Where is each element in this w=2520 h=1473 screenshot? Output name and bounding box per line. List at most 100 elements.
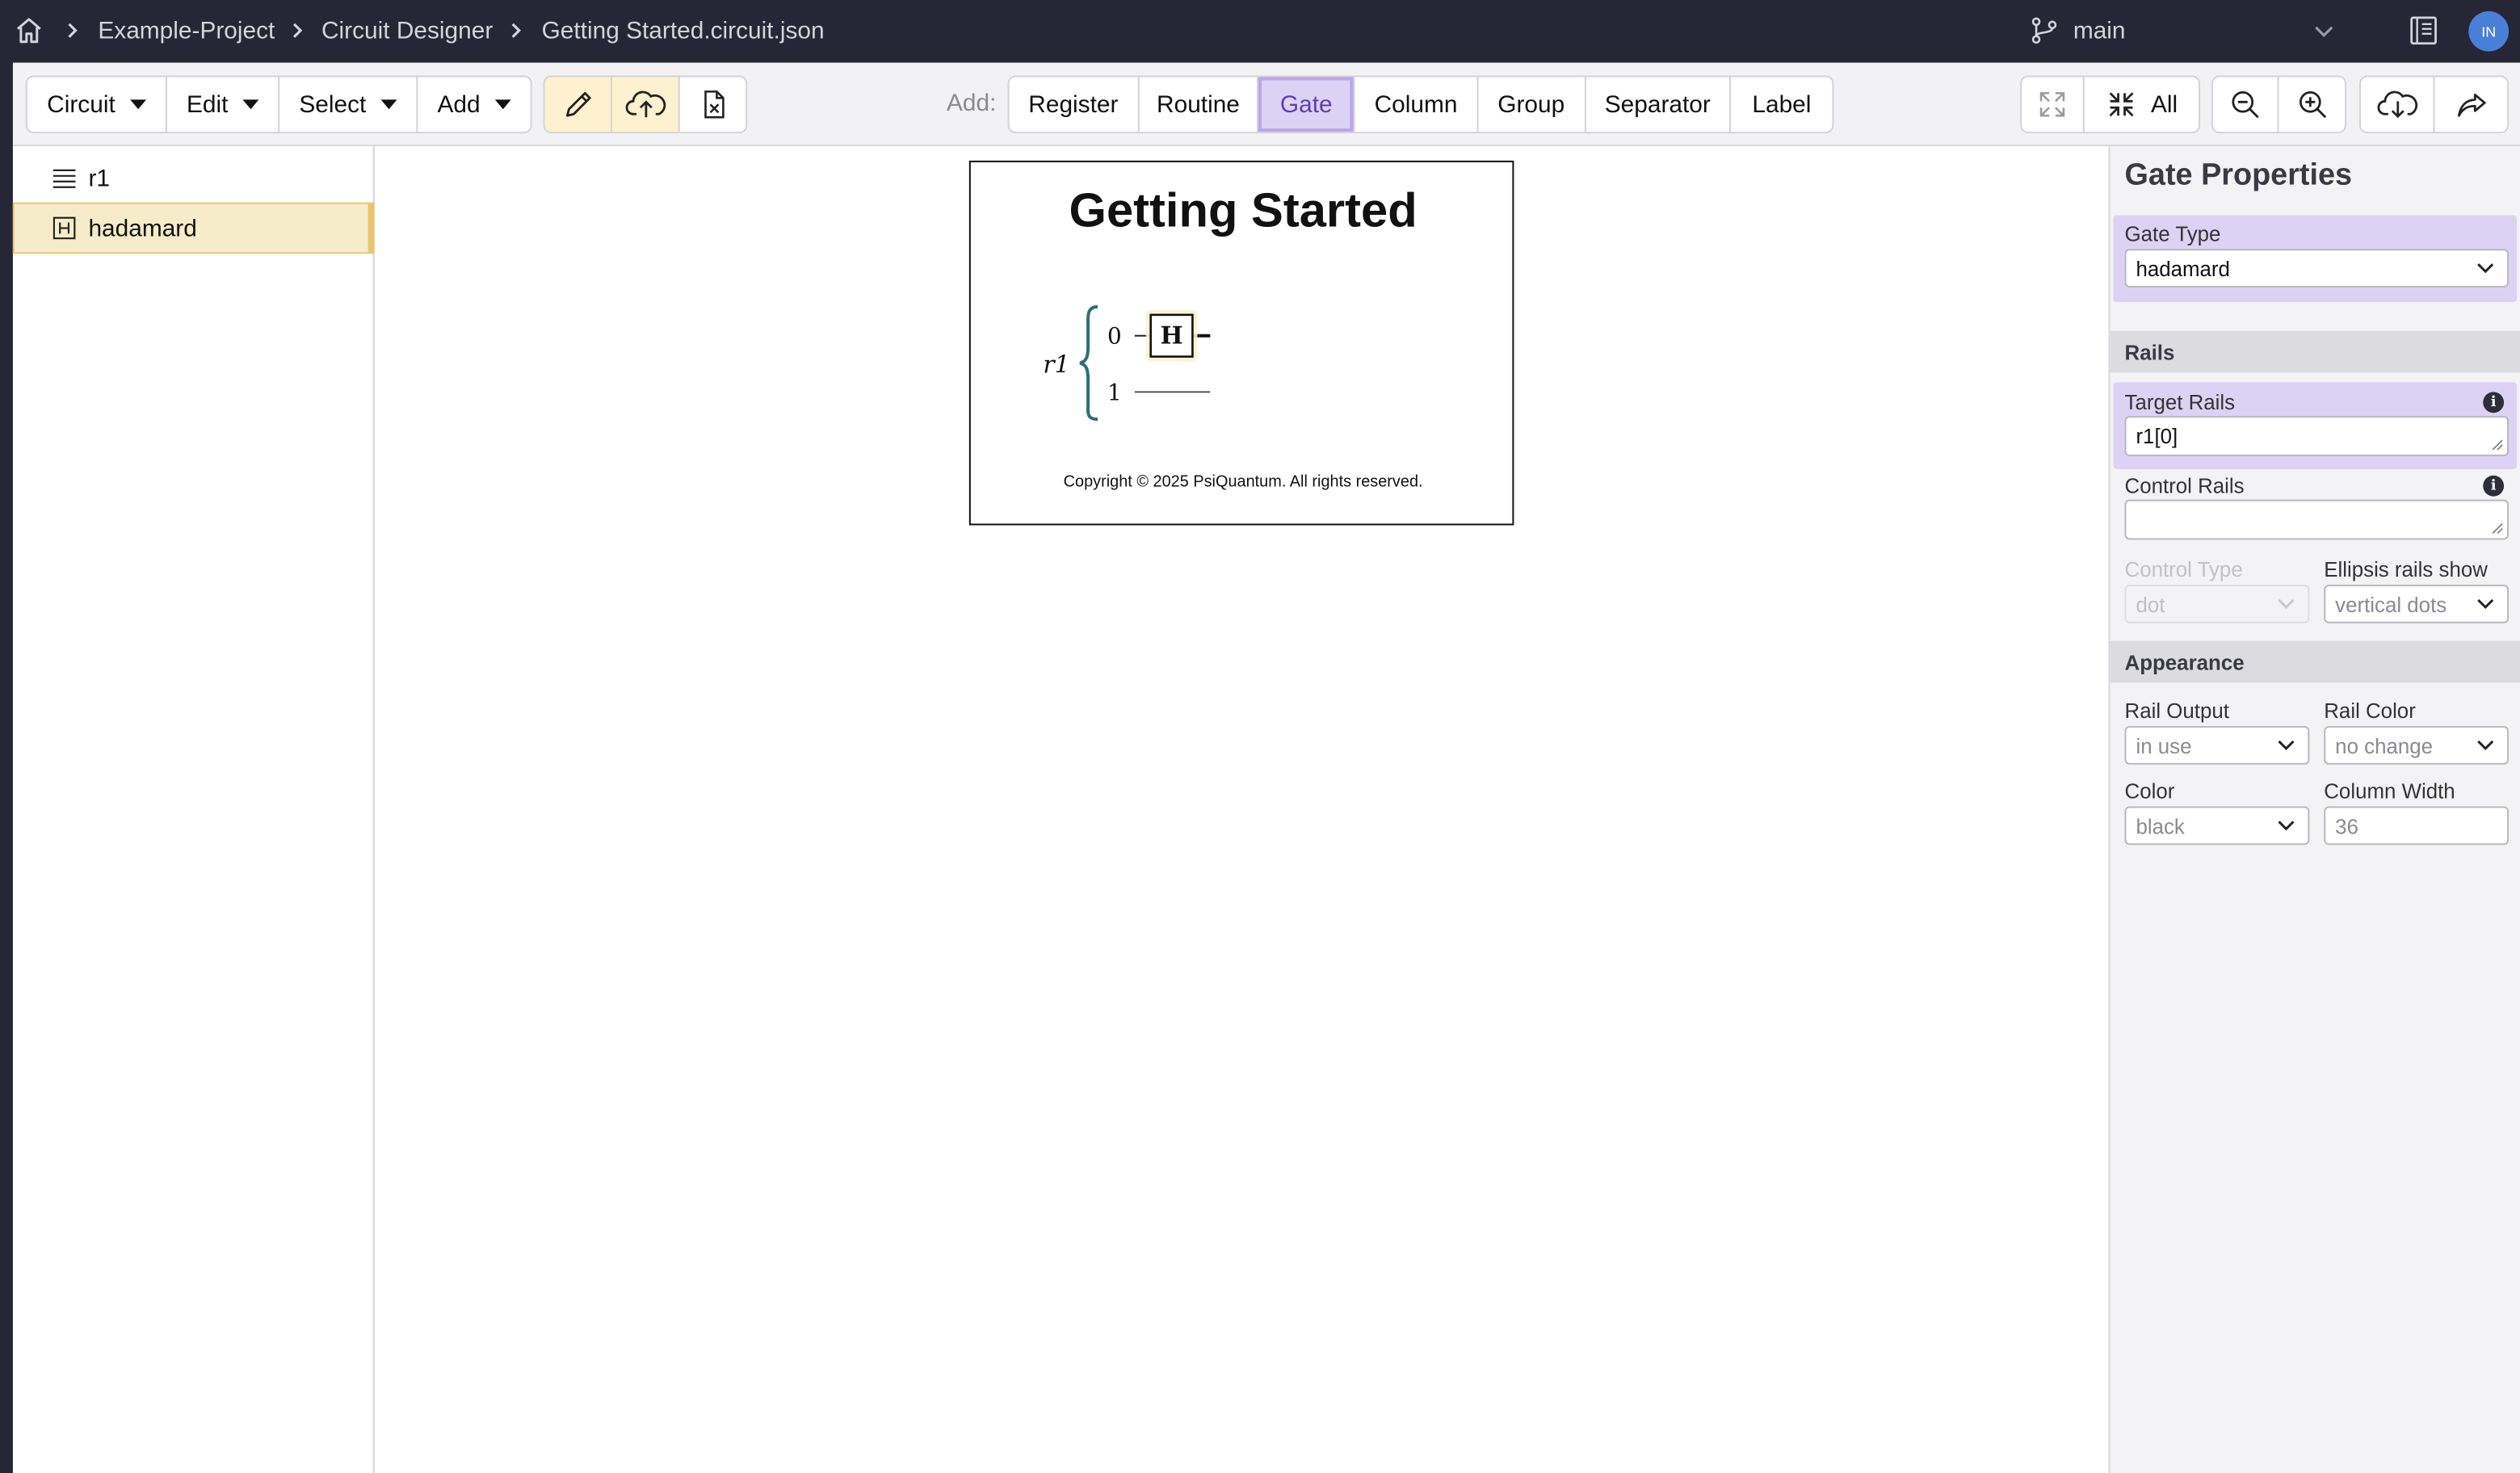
caret-down-icon (242, 99, 259, 110)
zoom-group (2211, 75, 2347, 134)
tree-item-register[interactable]: r1 (13, 153, 375, 204)
chevron-down-icon (2477, 740, 2494, 751)
top-bar: Example-Project Circuit Designer Getting… (0, 0, 2520, 63)
git-branch-icon (2031, 17, 2057, 44)
circuit-canvas[interactable]: Getting Started r1 0 1 H Copyright © 202… (374, 146, 2109, 1473)
share-arrow-icon (2457, 93, 2485, 117)
docs-book-icon[interactable] (2408, 15, 2440, 47)
add-column-button[interactable]: Column (1355, 77, 1479, 132)
gate-properties-panel: Gate Properties Gate Type hadamard Rails… (2108, 146, 2520, 1473)
rail-output-select[interactable]: in use (2124, 726, 2310, 765)
target-rails-input[interactable]: r1[0] (2124, 416, 2510, 456)
expand-button[interactable] (2022, 77, 2085, 132)
gate-type-label: Gate Type (2124, 221, 2221, 246)
expand-group: All (2020, 75, 2201, 134)
resize-grip-icon[interactable] (2491, 439, 2504, 451)
info-icon[interactable]: i (2483, 392, 2505, 413)
ellipsis-rails-label: Ellipsis rails show (2324, 557, 2488, 582)
menu-group: Circuit Edit Select Add (25, 75, 532, 134)
appearance-section-header: Appearance (2110, 640, 2520, 683)
caret-down-icon (380, 99, 397, 110)
cloud-upload-icon (624, 90, 666, 118)
expand-arrows-icon (2040, 92, 2065, 117)
tree-item-label: hadamard (88, 214, 197, 242)
chevron-right-icon (511, 23, 521, 38)
add-label-button[interactable]: Label (1731, 77, 1832, 132)
add-group-button[interactable]: Group (1478, 77, 1586, 132)
rail-output-label: Rail Output (2124, 699, 2229, 724)
column-width-label: Column Width (2324, 778, 2455, 804)
zoom-in-button[interactable] (2279, 77, 2346, 132)
add-separator-button[interactable]: Separator (1586, 77, 1732, 132)
cloud-download-icon (2376, 90, 2417, 119)
upload-button[interactable] (612, 77, 680, 132)
control-type-select: dot (2124, 585, 2310, 623)
control-type-label: Control Type (2124, 557, 2243, 582)
panel-title: Gate Properties (2124, 158, 2353, 193)
tool-group (543, 75, 748, 134)
file-x-icon (704, 90, 724, 119)
branch-selector[interactable]: main (2073, 18, 2126, 45)
add-items-group: Register Routine Gate Column Group Separ… (1007, 75, 1834, 134)
breadcrumb-project[interactable]: Example-Project (98, 18, 275, 45)
caret-down-icon (129, 99, 146, 110)
rail-color-select[interactable]: no change (2324, 726, 2510, 765)
rail-color-label: Rail Color (2324, 699, 2416, 724)
user-avatar[interactable]: IN (2468, 10, 2510, 52)
breadcrumb-tool[interactable]: Circuit Designer (321, 18, 493, 45)
gate-type-select[interactable]: hadamard (2124, 249, 2510, 288)
add-menu[interactable]: Add (418, 77, 530, 132)
home-icon[interactable] (15, 16, 44, 45)
info-icon[interactable]: i (2483, 475, 2505, 497)
rail-index: 1 (1107, 379, 1122, 405)
toolbar: Circuit Edit Select Add Add: Register Ro… (12, 62, 2520, 147)
draw-tool-button[interactable] (544, 77, 613, 132)
edit-menu[interactable]: Edit (167, 77, 280, 132)
chevron-right-icon (68, 23, 78, 38)
breadcrumb-file: Getting Started.circuit.json (541, 17, 825, 45)
add-gate-button[interactable]: Gate (1258, 77, 1355, 132)
export-group (2359, 75, 2510, 134)
zoom-in-icon (2299, 90, 2326, 119)
column-width-input[interactable]: 36 (2324, 806, 2510, 846)
clear-file-button[interactable] (680, 77, 746, 132)
add-label: Add: (946, 90, 997, 118)
chevron-down-icon (2278, 820, 2295, 831)
color-label: Color (2124, 778, 2175, 804)
chevron-down-icon[interactable] (2311, 19, 2337, 42)
circuit-diagram: Getting Started r1 0 1 H Copyright © 202… (968, 160, 1514, 526)
circuit-drawing: r1 0 1 H (1043, 304, 1211, 422)
tree-item-gate[interactable]: hadamard (12, 202, 375, 254)
register-brace (1079, 304, 1098, 422)
download-button[interactable] (2361, 77, 2435, 132)
pencil-icon (565, 91, 590, 117)
zoom-out-icon (2232, 90, 2259, 119)
tree-item-label: r1 (88, 164, 110, 192)
circuit-menu[interactable]: Circuit (27, 77, 167, 132)
resize-grip-icon[interactable] (2491, 522, 2504, 535)
select-menu[interactable]: Select (279, 77, 418, 132)
chevron-down-icon (2278, 740, 2295, 751)
control-rails-input[interactable] (2124, 499, 2510, 540)
chevron-right-icon (293, 23, 303, 38)
caret-down-icon (494, 99, 511, 110)
add-routine-button[interactable]: Routine (1139, 77, 1259, 132)
circuit-tree-panel: r1 hadamard (12, 146, 375, 1473)
share-button[interactable] (2435, 77, 2508, 132)
collapse-all-button[interactable]: All (2085, 77, 2199, 132)
control-rails-label: Control Rails (2124, 473, 2245, 498)
rail-index: 0 (1107, 323, 1122, 350)
color-select[interactable]: black (2124, 806, 2310, 846)
register-label: r1 (1043, 350, 1069, 379)
zoom-out-button[interactable] (2213, 77, 2279, 132)
collapse-arrows-icon (2110, 92, 2135, 117)
chevron-down-icon (2477, 598, 2494, 609)
ellipsis-rails-select[interactable]: vertical dots (2324, 585, 2510, 623)
target-rails-label: Target Rails (2124, 390, 2236, 415)
chevron-down-icon (2278, 598, 2295, 609)
rails-section-header: Rails (2110, 330, 2520, 373)
gate-symbol: H (1160, 322, 1182, 350)
copyright-text: Copyright © 2025 PsiQuantum. All rights … (1063, 473, 1423, 492)
add-register-button[interactable]: Register (1010, 77, 1140, 132)
left-edge (0, 62, 13, 1473)
